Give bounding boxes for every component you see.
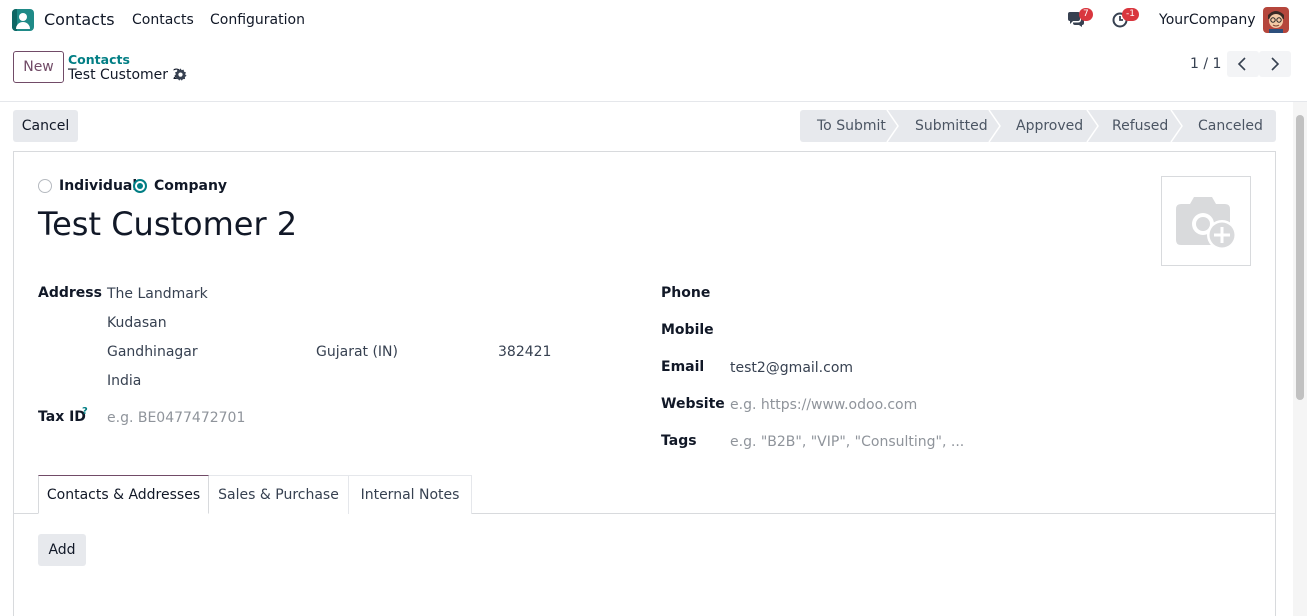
contacts-app-icon[interactable] bbox=[12, 9, 34, 31]
tax-id-label: Tax ID bbox=[38, 409, 86, 425]
user-avatar[interactable] bbox=[1263, 7, 1289, 33]
state-field[interactable]: Gujarat (IN) bbox=[316, 344, 398, 360]
radio-company[interactable] bbox=[133, 179, 147, 193]
tab-contacts-addresses[interactable]: Contacts & Addresses bbox=[38, 475, 209, 514]
gear-icon[interactable] bbox=[174, 68, 187, 85]
pager-previous-button[interactable] bbox=[1227, 51, 1259, 77]
messages-badge: 7 bbox=[1079, 8, 1093, 21]
pager-next-button[interactable] bbox=[1259, 51, 1291, 77]
email-input[interactable]: test2@gmail.com bbox=[730, 360, 853, 376]
cancel-button[interactable]: Cancel bbox=[13, 110, 78, 142]
scrollbar-thumb[interactable] bbox=[1296, 115, 1304, 400]
stage-separator bbox=[1086, 110, 1099, 142]
tags-input[interactable]: e.g. "B2B", "VIP", "Consulting", ... bbox=[730, 434, 964, 450]
stage-separator bbox=[988, 110, 1001, 142]
add-contact-button[interactable]: Add bbox=[38, 534, 86, 566]
phone-label: Phone bbox=[661, 285, 711, 301]
breadcrumb-contacts[interactable]: Contacts bbox=[68, 52, 130, 67]
camera-plus-icon bbox=[1176, 197, 1237, 250]
activities-badge: -1 bbox=[1122, 8, 1139, 21]
stage-canceled[interactable]: Canceled bbox=[1198, 110, 1263, 142]
stage-approved[interactable]: Approved bbox=[1016, 110, 1083, 142]
partner-name-input[interactable]: Test Customer 2 bbox=[38, 205, 297, 243]
company-switcher[interactable]: YourCompany bbox=[1159, 12, 1256, 28]
menu-configuration[interactable]: Configuration bbox=[210, 12, 305, 28]
radio-individual-label[interactable]: Individual bbox=[59, 178, 137, 194]
tax-id-help-tooltip[interactable]: ? bbox=[82, 406, 88, 417]
email-label: Email bbox=[661, 359, 705, 375]
new-button[interactable]: New bbox=[13, 51, 64, 83]
chevron-right-icon bbox=[1271, 57, 1280, 71]
tags-label: Tags bbox=[661, 433, 697, 449]
phone-input[interactable] bbox=[730, 286, 1130, 304]
stage-submitted[interactable]: Submitted bbox=[915, 110, 988, 142]
tab-internal-notes[interactable]: Internal Notes bbox=[348, 475, 472, 514]
city-field[interactable]: Gandhinagar bbox=[107, 344, 198, 360]
mobile-label: Mobile bbox=[661, 322, 714, 338]
radio-individual[interactable] bbox=[38, 179, 52, 193]
street-field[interactable]: The Landmark bbox=[107, 286, 208, 302]
stage-separator bbox=[886, 110, 899, 142]
pager-value[interactable]: 1 / 1 bbox=[1190, 56, 1221, 72]
address-label: Address bbox=[38, 285, 102, 301]
image-upload[interactable] bbox=[1161, 176, 1251, 266]
website-label: Website bbox=[661, 396, 725, 412]
tax-id-input[interactable]: e.g. BE0477472701 bbox=[107, 410, 245, 426]
app-name[interactable]: Contacts bbox=[44, 10, 115, 29]
chevron-left-icon bbox=[1237, 57, 1246, 71]
status-bar: To Submit Submitted Approved Refused Can… bbox=[800, 110, 1276, 142]
stage-separator bbox=[1170, 110, 1183, 142]
tab-sales-purchase[interactable]: Sales & Purchase bbox=[208, 475, 349, 514]
stage-to-submit[interactable]: To Submit bbox=[817, 110, 886, 142]
mobile-input[interactable] bbox=[730, 323, 1130, 341]
street2-field[interactable]: Kudasan bbox=[107, 315, 167, 331]
menu-contacts[interactable]: Contacts bbox=[132, 12, 194, 28]
zip-field[interactable]: 382421 bbox=[498, 344, 551, 360]
top-navbar: Contacts Contacts Configuration 7 -1 You… bbox=[0, 0, 1307, 40]
website-input[interactable]: e.g. https://www.odoo.com bbox=[730, 397, 917, 413]
stage-refused[interactable]: Refused bbox=[1112, 110, 1168, 142]
breadcrumb-record-title: Test Customer 2 bbox=[68, 67, 182, 83]
radio-company-label[interactable]: Company bbox=[154, 178, 227, 194]
control-panel-divider bbox=[0, 101, 1307, 102]
country-field[interactable]: India bbox=[107, 373, 141, 389]
